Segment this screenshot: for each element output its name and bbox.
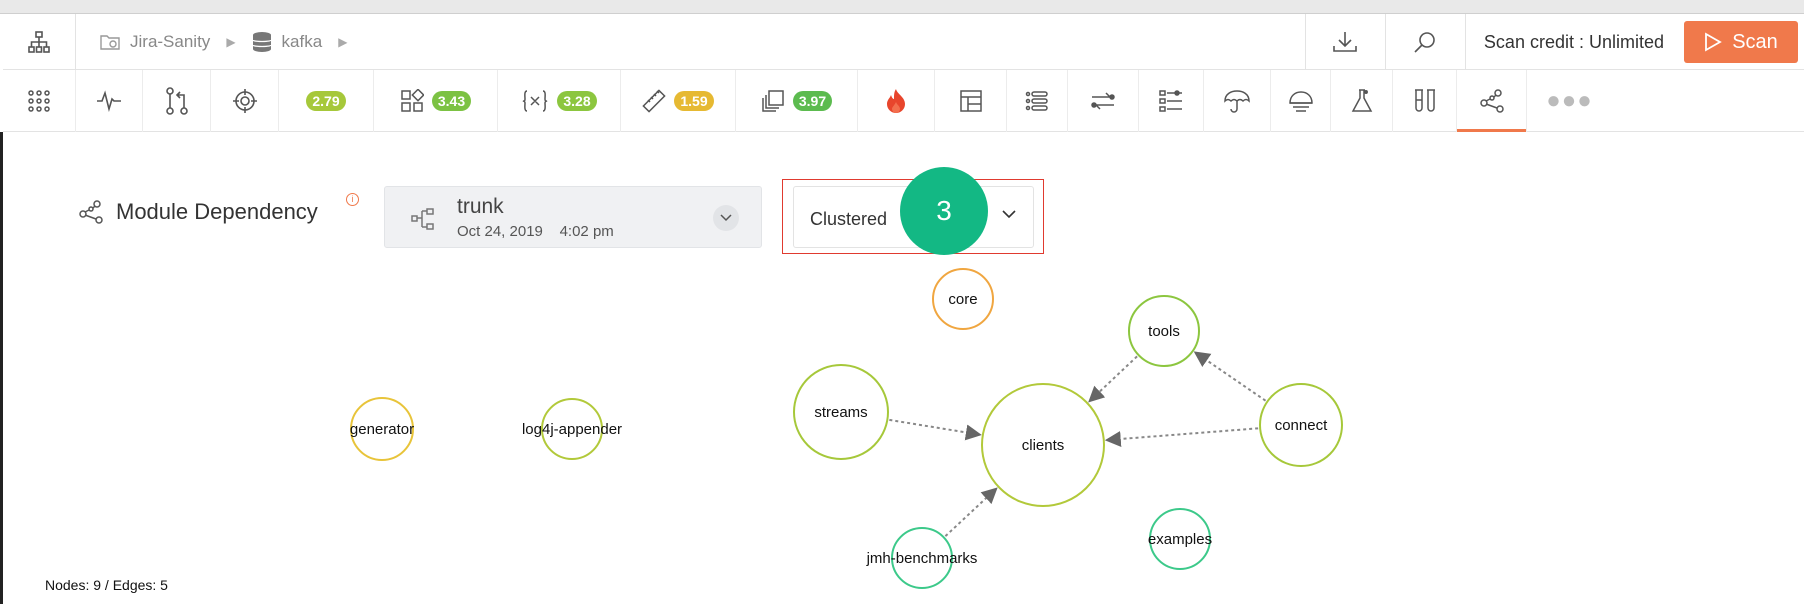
- graph-node-label: clients: [1022, 437, 1065, 454]
- graph-node-label: connect: [1275, 417, 1328, 434]
- graph-edge-jmh-benchmarks-clients: [944, 487, 998, 537]
- graph-node-label: core: [948, 291, 977, 308]
- graph-node-label: log4j-appender: [522, 421, 622, 438]
- graph-node-jmh-benchmarks[interactable]: jmh-benchmarks: [866, 527, 978, 589]
- graph-node-streams[interactable]: streams: [793, 364, 889, 460]
- dependency-graph: core tools streams clients connect generator l…: [350, 268, 1343, 589]
- graph-node-label: examples: [1148, 531, 1212, 548]
- graph-node-clients[interactable]: clients: [981, 383, 1105, 507]
- graph-stats: Nodes: 9 / Edges: 5: [45, 577, 168, 593]
- graph-node-generator[interactable]: generator: [350, 397, 414, 461]
- graph-edge-streams-clients: [889, 418, 982, 441]
- graph-node-log4j-appender[interactable]: log4j-appender: [522, 398, 622, 460]
- graph-node-label: tools: [1148, 323, 1180, 340]
- graph-edge-connect-tools: [1193, 351, 1267, 402]
- graph-edge-tools-clients: [1088, 355, 1138, 403]
- graph-node-tools[interactable]: tools: [1128, 295, 1200, 367]
- graph-node-label: generator: [350, 421, 414, 438]
- graph-node-label: jmh-benchmarks: [866, 550, 978, 567]
- graph-node-examples[interactable]: examples: [1148, 508, 1212, 570]
- graph-node-label: streams: [814, 404, 867, 421]
- graph-node-connect[interactable]: connect: [1259, 383, 1343, 467]
- graph-node-core[interactable]: core: [932, 268, 994, 330]
- graph-nodes: core tools streams clients connect generator l…: [350, 268, 1343, 589]
- graph-edge-connect-clients: [1104, 427, 1259, 447]
